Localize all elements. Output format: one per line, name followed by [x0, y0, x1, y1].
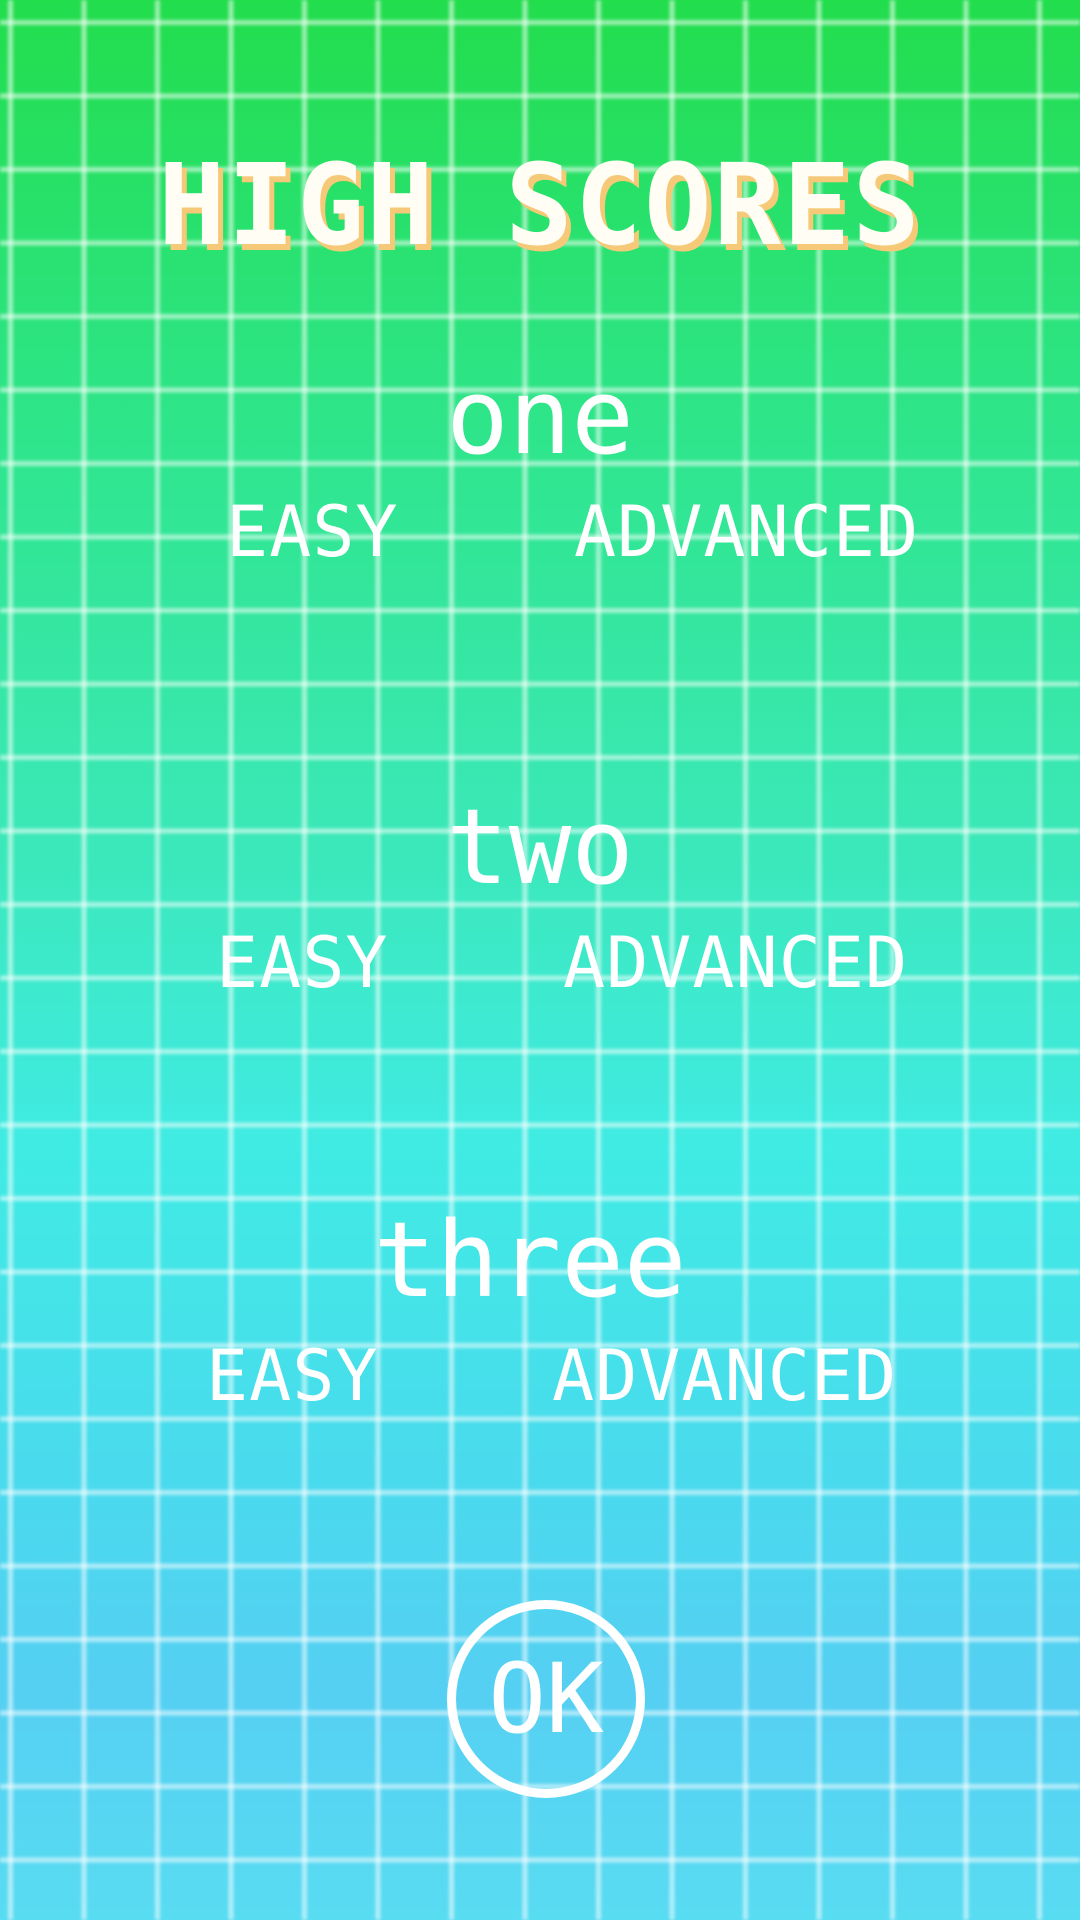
ok-label: OK	[488, 1643, 604, 1755]
level-one-advanced-button[interactable]: ADVANCED	[574, 497, 919, 567]
high-scores-screen: HIGH SCORES one EASY ADVANCED two EASY A…	[0, 0, 1080, 1920]
level-two-advanced-button[interactable]: ADVANCED	[563, 928, 908, 998]
page-title: HIGH SCORES	[158, 141, 922, 271]
level-three-advanced-button[interactable]: ADVANCED	[552, 1341, 897, 1411]
level-two-easy-button[interactable]: EASY	[216, 928, 389, 998]
level-three-title: three	[373, 1199, 687, 1321]
ok-button[interactable]: OK	[447, 1600, 645, 1798]
level-one-title: one	[446, 356, 634, 478]
level-two-title: two	[446, 786, 634, 908]
level-one-easy-button[interactable]: EASY	[226, 497, 399, 567]
level-three-easy-button[interactable]: EASY	[206, 1341, 379, 1411]
